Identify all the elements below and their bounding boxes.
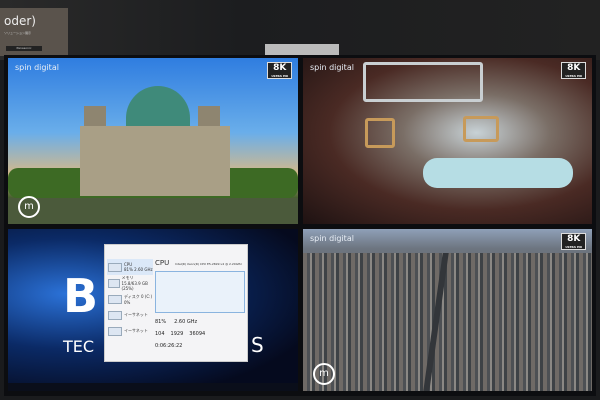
task-manager-sidebar: CPU 81% 2.60 GHz メモリ 15.8/63.9 GB (25%) ディ… [107,259,153,357]
coil [463,116,499,142]
thumbnail [108,326,122,336]
utilization-value: 81% [155,319,167,325]
badge-text: 8K [567,63,581,73]
cathedral [80,126,230,196]
stats-row: 81% 2.60 GHz [155,319,197,325]
badge-sub: ULTRA HD [565,245,582,249]
bg-logo-text: TEC [63,337,95,356]
brand-label: spin digital [310,234,354,243]
handles-value: 36094 [189,331,206,337]
screen-cityscape: spin digital 8K ULTRA HD m [303,229,592,391]
screen-cathedral: spin digital 8K ULTRA HD m [8,58,298,224]
badge-text: 8K [567,234,581,244]
thumbnail [108,262,122,272]
processor-name: Intel(R) Xeon(R) CPU E5-2699 v4 @ 2.20GH… [175,262,242,266]
taskbar[interactable] [8,383,298,391]
sidebar-item-disk[interactable]: ディスク 0 (C:) 0% [107,291,153,307]
brand-label: spin digital [15,63,59,72]
8k-badge: 8K ULTRA HD [561,62,586,79]
sidebar-item-ethernet[interactable]: イーサネット [107,323,153,339]
thumbnail [108,294,122,304]
pipe [423,158,573,188]
cpu-panel: CPU Intel(R) Xeon(R) CPU E5-2699 v4 @ 2.… [155,259,247,357]
item-label: イーサネット [124,328,148,333]
sidebar-item-memory[interactable]: メモリ 15.8/63.9 GB (25%) [107,275,153,291]
item-label: イーサネット [124,312,148,317]
item-detail: 0% [124,299,131,305]
processes-value: 104 [155,331,165,337]
logo-icon: m [313,363,335,385]
bg-logo-text: S [251,333,264,357]
sign-label: Panasonic [6,46,42,51]
uptime-value: 0:06:26:22 [155,343,183,349]
badge-sub: ULTRA HD [565,74,582,78]
sidebar-item-cpu[interactable]: CPU 81% 2.60 GHz [107,259,153,275]
threads-value: 1929 [170,331,184,337]
thumbnail [108,278,120,288]
item-detail: 81% 2.60 GHz [124,267,153,272]
cpu-usage-graph [155,271,245,313]
coil [363,62,483,102]
sidebar-item-ethernet[interactable]: イーサネット [107,307,153,323]
plaza [8,198,298,224]
thumbnail [108,310,122,320]
item-label: ディスク 0 (C:) [124,293,153,299]
speed-value: 2.60 GHz [174,319,198,325]
screen-machinery: spin digital 8K ULTRA HD [303,58,592,224]
item-detail: 15.8/63.9 GB (25%) [121,281,148,291]
cathedral-dome [126,86,190,126]
8k-badge: 8K ULTRA HD [267,62,292,79]
task-manager-window[interactable]: CPU 81% 2.60 GHz メモリ 15.8/63.9 GB (25%) ディ… [104,244,248,362]
coil [365,118,395,148]
badge-text: 8K [273,63,287,73]
8k-badge: 8K ULTRA HD [561,233,586,250]
counts-row: 104 1929 36094 [155,331,205,337]
booth-sign: oder) ソリューション展示 Panasonic [0,8,68,56]
sign-title: oder) [4,14,36,28]
brand-label: spin digital [310,63,354,72]
sign-subtitle: ソリューション展示 [4,31,31,35]
city-buildings [303,253,592,391]
bg-logo-text: B [63,269,99,323]
badge-sub: ULTRA HD [271,74,288,78]
logo-icon: m [18,196,40,218]
